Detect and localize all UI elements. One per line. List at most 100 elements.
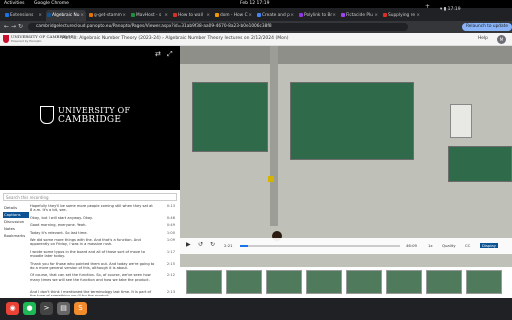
breadcrumb[interactable]: Part III: Algebraic Number Theory (2023-…	[62, 36, 288, 41]
transcript-text: We did some more things with the. And th…	[30, 238, 141, 247]
avatar[interactable]: M	[497, 35, 506, 44]
chrome-icon[interactable]: ◉	[6, 302, 19, 315]
transcript-time[interactable]: 1:00	[167, 231, 175, 235]
transcript-text: And I don't think I mentioned the termin…	[30, 289, 151, 296]
close-tab-icon[interactable]: ×	[332, 10, 336, 21]
forward-skip-icon[interactable]: ↻	[210, 241, 215, 248]
system-tray[interactable]: ▾ ▮ 17:19	[440, 7, 461, 12]
browser-tab[interactable]: Create and p ×	[256, 10, 296, 21]
transcript-line[interactable]: Hopefully they'll be some more people co…	[30, 204, 178, 213]
rewind-icon[interactable]: ↺	[198, 241, 203, 248]
close-tab-icon[interactable]: ×	[164, 10, 168, 21]
video-thumbnail[interactable]	[226, 270, 262, 294]
captions-button[interactable]: CC	[465, 243, 470, 248]
activities-button[interactable]: Activities	[4, 1, 25, 6]
system-top-bar: Activities Google Chrome Feb 12 17:19	[0, 0, 512, 8]
display-button[interactable]: Display	[480, 243, 498, 248]
transcript-line[interactable]: Good morning, everyone. Yeah. 0:49	[30, 223, 178, 227]
transcript-time[interactable]: 1:09	[167, 238, 175, 242]
browser-tab[interactable]: How to wall ×	[172, 10, 212, 21]
secondary-video[interactable]: ⇄ ⤢ UNIVERSITY OF CAMBRIDGE	[0, 46, 180, 190]
reload-icon[interactable]: ↻	[18, 23, 23, 30]
files-icon[interactable]: ▤	[57, 302, 70, 315]
close-tab-icon[interactable]: ×	[290, 10, 294, 21]
transcript-time[interactable]: 2:12	[167, 273, 175, 277]
app-menu[interactable]: Google Chrome	[34, 1, 69, 6]
quality-button[interactable]: Quality	[442, 243, 456, 248]
forward-icon[interactable]: →	[11, 23, 16, 30]
tab-label: How to wall	[178, 13, 203, 18]
main-video[interactable]: ▶ ↺ ↻ 2:21 46:09 1x Quality CC Display	[180, 46, 512, 267]
tab-strip: Extensions × Algebraic Nu × g-get-stamm × MavH…	[0, 8, 512, 21]
browser-tab[interactable]: Extensions ×	[4, 10, 44, 21]
browser-tab[interactable]: dom - How C ×	[214, 10, 254, 21]
swap-icon[interactable]: ⇄	[155, 50, 161, 58]
browser-tab[interactable]: MavHost - s ×	[130, 10, 170, 21]
expand-icon[interactable]: ⤢	[167, 50, 173, 59]
video-thumbnail[interactable]	[186, 270, 222, 294]
tab-label: Polylink to Br	[304, 13, 333, 18]
shield-icon	[40, 106, 54, 124]
nav-item-discussion[interactable]: Discussion	[3, 219, 29, 225]
transcript-time[interactable]: 0:46	[167, 216, 175, 220]
url-field[interactable]: cambridgelecturecloud.panopto.eu/Panopto…	[28, 23, 408, 31]
transcript-time[interactable]: 0:13	[167, 204, 175, 208]
nav-item-notes[interactable]: Notes	[3, 226, 29, 232]
browser-tab[interactable]: g-get-stamm ×	[88, 10, 128, 21]
transcript-line[interactable]: Thank you for those who pointed them out…	[30, 262, 178, 271]
transcript-line[interactable]: I wrote some typos in the board and all …	[30, 250, 178, 259]
close-tab-icon[interactable]: ×	[248, 10, 252, 21]
transcript-time[interactable]: 1:17	[167, 250, 175, 254]
relaunch-button[interactable]: Relaunch to update	[462, 23, 512, 31]
speed-button[interactable]: 1x	[428, 243, 433, 248]
battery-icon[interactable]: ▮	[444, 7, 446, 12]
progress-bar[interactable]	[240, 245, 400, 247]
new-tab-button[interactable]: +	[425, 3, 430, 10]
transcript-line[interactable]: And I don't think I mentioned the termin…	[30, 290, 178, 296]
transcript-time[interactable]: 0:49	[167, 223, 175, 227]
transcript-time[interactable]: 2:15	[167, 262, 175, 266]
video-thumbnail[interactable]	[386, 270, 422, 294]
transcript-line[interactable]: We did some more things with the. And th…	[30, 238, 178, 247]
nav-item-captions[interactable]: Captions	[3, 212, 29, 218]
video-thumbnail[interactable]	[306, 270, 342, 294]
board-rail	[270, 46, 278, 226]
wifi-icon[interactable]: ▾	[440, 7, 442, 12]
chalkboard-left	[192, 82, 268, 152]
video-thumbnail[interactable]	[346, 270, 382, 294]
transcript-line[interactable]: Today it's relevant. So last time. 1:00	[30, 231, 178, 235]
search-input[interactable]: Search this recording	[3, 193, 177, 201]
play-icon[interactable]: ▶	[186, 241, 191, 248]
back-icon[interactable]: ←	[4, 23, 9, 30]
transcript-text: Thank you for those who pointed them out…	[30, 261, 155, 270]
close-tab-icon[interactable]: ×	[206, 10, 210, 21]
video-thumbnail[interactable]	[266, 270, 302, 294]
system-clock[interactable]: Feb 12 17:19	[240, 1, 270, 6]
close-tab-icon[interactable]: ×	[122, 10, 126, 21]
transcript-time[interactable]: 2:13	[167, 290, 175, 294]
nav-item-bookmarks[interactable]: Bookmarks	[3, 233, 29, 239]
spotify-icon[interactable]: ●	[23, 302, 36, 315]
close-tab-icon[interactable]: ×	[416, 10, 420, 21]
transcript-line[interactable]: Okay, but I will start anyway. Okay. 0:46	[30, 216, 178, 220]
close-tab-icon[interactable]: ×	[38, 10, 42, 21]
side-nav: Details Captions Discussion Notes Bookmarks	[3, 205, 29, 295]
sublime-icon[interactable]: S	[74, 302, 87, 315]
browser-tab[interactable]: Algebraic Nu ×	[46, 10, 86, 21]
close-tab-icon[interactable]: ×	[374, 10, 378, 21]
browser-tab[interactable]: Polylink to Br ×	[298, 10, 338, 21]
nav-item-details[interactable]: Details	[3, 205, 29, 211]
terminal-icon[interactable]: >	[40, 302, 53, 315]
video-thumbnail[interactable]	[466, 270, 502, 294]
current-time: 2:21	[224, 243, 233, 248]
player-controls: ▶ ↺ ↻ 2:21 46:09 1x Quality CC Display	[180, 238, 512, 254]
tab-label: g-get-stamm	[94, 13, 122, 18]
browser-tab[interactable]: Fictacide Plu ×	[340, 10, 380, 21]
browser-tab[interactable]: Supplying re ×	[382, 10, 422, 21]
close-tab-icon[interactable]: ×	[80, 10, 84, 21]
cambridge-logo[interactable]: UNIVERSITY OF CAMBRIDGE Powered by Panop…	[3, 35, 73, 44]
help-link[interactable]: Help	[478, 36, 488, 41]
transcript-line[interactable]: Of course, that can set the function. So…	[30, 273, 178, 286]
video-thumbnail[interactable]	[426, 270, 462, 294]
tray-clock[interactable]: 17:19	[448, 7, 461, 12]
